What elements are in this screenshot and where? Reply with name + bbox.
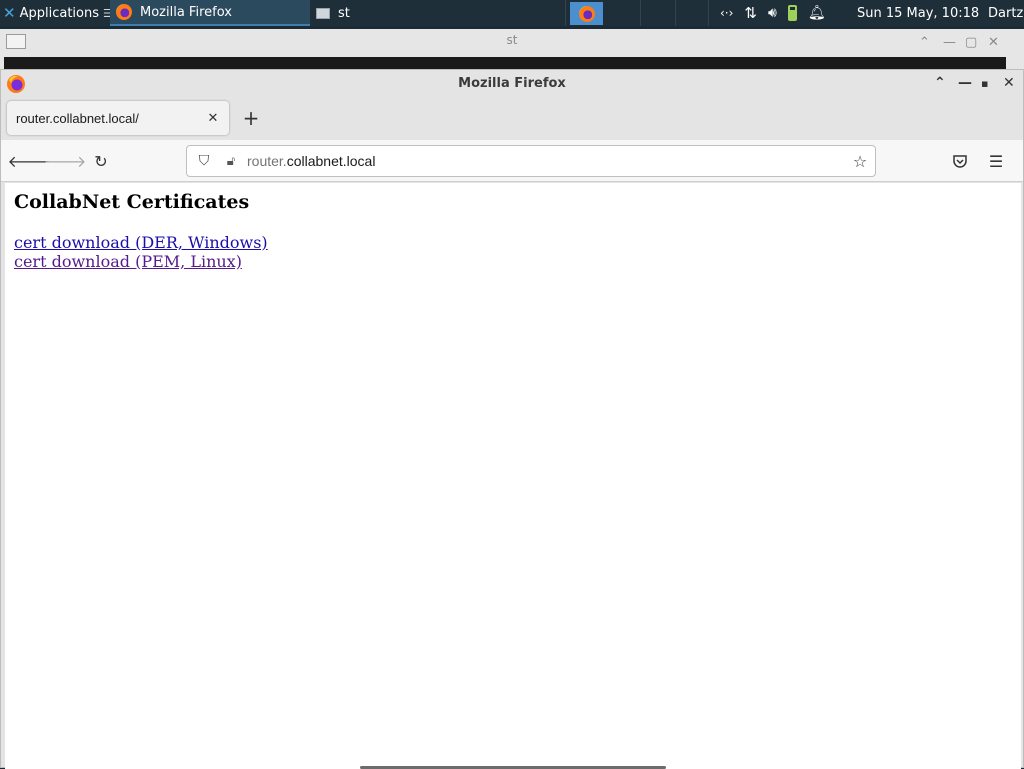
taskbar-item-firefox[interactable]: Mozilla Firefox	[110, 0, 310, 26]
notification-bell-icon[interactable]: 🔔︎	[808, 5, 826, 21]
insecure-lock-icon[interactable]: 🔓︎	[219, 154, 243, 169]
applications-label: Applications	[19, 5, 99, 21]
panel-separator	[675, 0, 676, 26]
navigation-toolbar: 🡐 🡒 ↻ ⛉ 🔓︎ router.collabnet.local ☆ ☰	[1, 140, 1023, 182]
pocket-icon[interactable]	[947, 148, 973, 174]
window-title: st	[506, 33, 518, 47]
taskbar-item-st[interactable]: st	[310, 0, 510, 26]
maximize-icon[interactable]: ▪	[981, 77, 988, 90]
minimize-icon[interactable]: —	[958, 75, 972, 91]
shade-icon[interactable]: ⌃	[919, 35, 930, 50]
clock-text: Sun 15 May, 10:18	[857, 5, 980, 21]
volume-icon[interactable]: 🔊︎	[768, 5, 777, 21]
firefox-launcher[interactable]	[570, 2, 603, 25]
page-title: CollabNet Certificates	[14, 191, 250, 213]
window-titlebar[interactable]: Mozilla Firefox ⌃ — ▪ ✕	[1, 70, 1023, 98]
network-icon[interactable]: ‹·›	[720, 6, 733, 20]
window-title: Mozilla Firefox	[458, 76, 566, 91]
new-tab-button[interactable]: +	[241, 106, 261, 130]
tab-strip: router.collabnet.local/ ✕ +	[1, 98, 1023, 140]
close-icon[interactable]: ✕	[1003, 75, 1015, 91]
hamburger-menu-icon[interactable]: ☰	[983, 148, 1009, 174]
page-content: CollabNet Certificates cert download (DE…	[5, 183, 1021, 769]
firefox-window: Mozilla Firefox ⌃ — ▪ ✕ router.collabnet…	[0, 69, 1024, 769]
bookmark-star-icon[interactable]: ☆	[845, 152, 875, 171]
tab-label: router.collabnet.local/	[16, 110, 139, 126]
taskbar-item-label: Mozilla Firefox	[140, 4, 232, 20]
taskbar-item-label: st	[338, 5, 350, 21]
user-menu[interactable]: Dartz	[988, 0, 1023, 26]
reload-button[interactable]: ↻	[88, 148, 114, 174]
battery-icon[interactable]	[787, 5, 797, 21]
back-button[interactable]: 🡐	[8, 148, 51, 174]
tab-router[interactable]: router.collabnet.local/ ✕	[7, 101, 229, 135]
close-icon[interactable]: ✕	[988, 35, 999, 50]
cert-links: cert download (DER, Windows) cert downlo…	[14, 233, 268, 271]
firefox-icon	[578, 5, 595, 22]
panel-separator	[708, 0, 709, 26]
terminal-icon	[316, 7, 330, 19]
url-domain: collabnet.local	[286, 153, 376, 169]
tracking-shield-icon[interactable]: ⛉	[189, 153, 219, 169]
minimize-icon[interactable]: —	[943, 35, 956, 50]
top-panel: ✕ Applications ☰ Mozilla Firefox st ‹·› …	[0, 0, 1024, 26]
transfer-arrows-icon[interactable]: ⇅	[744, 4, 757, 22]
shade-icon[interactable]: ⌃	[934, 75, 946, 91]
applications-menu[interactable]: ✕ Applications ☰	[0, 0, 113, 26]
cert-der-link[interactable]: cert download (DER, Windows)	[14, 233, 268, 252]
cert-pem-link[interactable]: cert download (PEM, Linux)	[14, 252, 268, 271]
panel-separator	[565, 0, 566, 26]
tab-close-icon[interactable]: ✕	[203, 111, 223, 126]
user-name: Dartz	[988, 5, 1024, 21]
maximize-icon[interactable]: ▢	[965, 35, 977, 50]
system-tray: ‹·› ⇅ 🔊︎ 🔔︎	[720, 0, 826, 26]
forward-button[interactable]: 🡒	[44, 148, 87, 174]
firefox-icon	[116, 4, 132, 20]
url-bar[interactable]: ⛉ 🔓︎ router.collabnet.local ☆	[186, 145, 876, 177]
xfce-logo-icon: ✕	[3, 4, 16, 22]
url-subdomain: router.	[247, 153, 287, 169]
url-text[interactable]: router.collabnet.local	[243, 153, 845, 169]
panel-separator	[640, 0, 641, 26]
clock[interactable]: Sun 15 May, 10:18	[857, 0, 979, 26]
